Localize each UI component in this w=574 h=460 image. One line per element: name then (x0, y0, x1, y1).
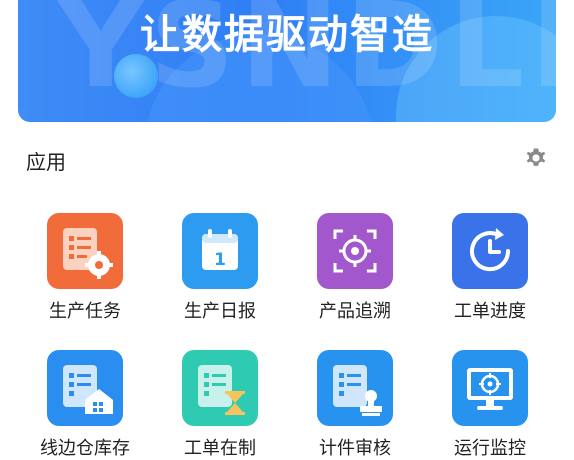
app-piecework-review[interactable]: 计件审核 (295, 350, 415, 460)
app-daily-report[interactable]: 1 生产日报 (160, 213, 280, 323)
app-tile (452, 350, 528, 426)
section-title: 应用 (26, 150, 66, 174)
app-home-page: YSNDLE 让数据驱动智造 应用 (0, 0, 574, 460)
doc-hourglass-icon (198, 365, 245, 415)
app-production-task[interactable]: 生产任务 (25, 213, 145, 323)
app-work-order-wip[interactable]: 工单在制 (160, 350, 280, 460)
app-tile (47, 213, 123, 289)
app-label: 运行监控 (454, 438, 526, 459)
doc-warehouse-icon (63, 365, 113, 414)
hero-banner[interactable]: YSNDLE 让数据驱动智造 (18, 0, 556, 122)
doc-stamp-icon (333, 365, 382, 416)
app-tile (47, 350, 123, 426)
app-label: 产品追溯 (319, 301, 391, 322)
target-scan-icon (333, 229, 377, 273)
app-label: 线边仓库存 (40, 438, 130, 459)
app-label: 生产任务 (49, 301, 121, 322)
app-product-trace[interactable]: 产品追溯 (295, 213, 415, 323)
banner-slogan: 让数据驱动智造 (140, 12, 434, 58)
clock-refresh-icon (470, 228, 511, 272)
app-tile (317, 213, 393, 289)
calendar-icon: 1 (202, 229, 238, 270)
app-line-side-inventory[interactable]: 线边仓库存 (25, 350, 145, 460)
app-label: 工单进度 (454, 301, 526, 322)
app-tile (452, 213, 528, 289)
app-label: 工单在制 (184, 438, 256, 459)
app-tile: 1 (182, 213, 258, 289)
app-work-order-progress[interactable]: 工单进度 (430, 213, 550, 323)
app-label: 生产日报 (184, 301, 256, 322)
app-tile (317, 350, 393, 426)
banner-bubble (114, 54, 158, 98)
app-tile (182, 350, 258, 426)
monitor-target-icon (467, 368, 513, 410)
doc-gear-icon (63, 228, 113, 279)
app-label: 计件审核 (319, 438, 391, 459)
app-run-monitor[interactable]: 运行监控 (430, 350, 550, 460)
svg-text:1: 1 (214, 250, 226, 270)
gear-icon[interactable] (522, 144, 550, 172)
